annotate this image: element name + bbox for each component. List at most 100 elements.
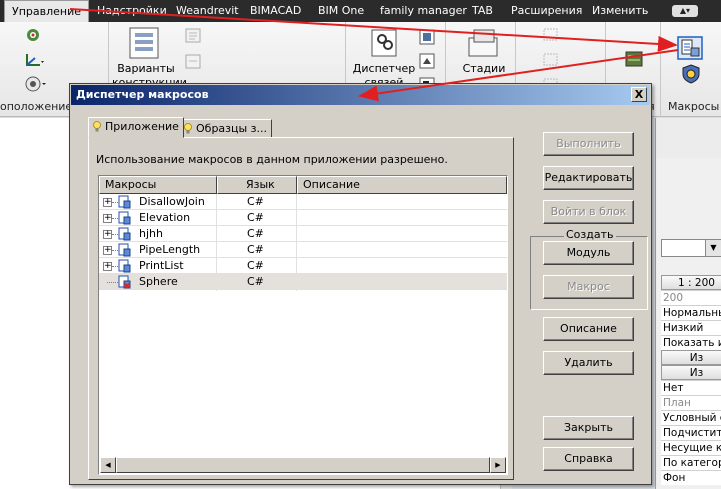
column-description[interactable]: Описание bbox=[297, 176, 507, 194]
edit-button[interactable]: Редактировать bbox=[543, 166, 634, 190]
list-item[interactable]: + Elevation C# bbox=[99, 210, 507, 226]
list-item[interactable]: + PipeLength C# bbox=[99, 242, 507, 258]
macros-enabled-message: Использование макросов в данном приложен… bbox=[96, 153, 448, 166]
design-options-icon[interactable] bbox=[126, 26, 166, 60]
module-icon bbox=[118, 195, 131, 209]
tab-extensions[interactable]: Расширения bbox=[504, 0, 589, 22]
prop-row[interactable]: Фон bbox=[661, 470, 721, 485]
macro-name: hjhh bbox=[139, 227, 163, 240]
tab-application-label: Приложение bbox=[105, 120, 179, 133]
description-button[interactable]: Описание bbox=[543, 317, 634, 341]
close-icon[interactable]: X bbox=[631, 87, 647, 102]
phases-icon[interactable] bbox=[466, 28, 502, 60]
tab-manage[interactable]: Управление bbox=[4, 0, 90, 22]
scroll-right-icon[interactable]: ▶ bbox=[490, 457, 506, 473]
position-icon[interactable] bbox=[24, 75, 48, 93]
scroll-left-icon[interactable]: ◀ bbox=[100, 457, 116, 473]
dropdown-arrow-icon[interactable]: ▼ bbox=[705, 240, 721, 256]
tab-samples-label: Образцы з... bbox=[196, 122, 268, 135]
prop-row[interactable]: По категори bbox=[661, 455, 721, 470]
tab-family-manager[interactable]: family manager bbox=[373, 0, 474, 22]
manage-images-icon[interactable] bbox=[418, 28, 438, 46]
macro-language: C# bbox=[247, 259, 264, 272]
macro-security-icon[interactable] bbox=[681, 64, 703, 84]
tab-samples[interactable]: Образцы з... bbox=[179, 119, 273, 138]
ribbon-tab-bar: Управление Надстройки Weandrevit BIMACAD… bbox=[0, 0, 721, 22]
expand-icon[interactable]: + bbox=[103, 198, 112, 207]
column-language[interactable]: Язык bbox=[217, 176, 297, 194]
horizontal-scrollbar[interactable]: ◀ ▶ bbox=[100, 457, 506, 473]
prop-row[interactable]: Несущие ко bbox=[661, 440, 721, 455]
macro-language: C# bbox=[247, 195, 264, 208]
pick-to-edit-icon bbox=[185, 28, 201, 43]
run-button[interactable]: Выполнить bbox=[543, 132, 634, 156]
tab-tab[interactable]: TAB bbox=[465, 0, 500, 22]
prop-row[interactable]: План bbox=[661, 395, 721, 410]
prop-row[interactable]: Нет bbox=[661, 380, 721, 395]
tab-application[interactable]: Приложение bbox=[88, 117, 184, 138]
dialog-title: Диспетчер макросов bbox=[76, 88, 209, 101]
expand-icon[interactable]: + bbox=[103, 246, 112, 255]
macro-language: C# bbox=[247, 243, 264, 256]
properties-panel: ▼ 1 : 200 200 Нормальный Низкий Показать… bbox=[655, 118, 721, 489]
location-icon[interactable] bbox=[24, 27, 42, 45]
tab-bim-one[interactable]: BIM One bbox=[311, 0, 371, 22]
macro-name: Sphere bbox=[139, 275, 178, 288]
list-item-selected[interactable]: Sphere C# bbox=[99, 274, 507, 290]
create-group-label: Создать bbox=[564, 228, 616, 241]
scale-value[interactable]: 1 : 200 bbox=[661, 275, 721, 290]
tab-weandrevit[interactable]: Weandrevit bbox=[169, 0, 246, 22]
macro-language: C# bbox=[247, 211, 264, 224]
prop-row[interactable]: Показать и bbox=[661, 335, 721, 350]
tab-addins[interactable]: Надстройки bbox=[90, 0, 174, 22]
decal-types-icon[interactable] bbox=[418, 52, 438, 70]
column-macros[interactable]: Макросы bbox=[99, 176, 217, 194]
list-item[interactable]: + DisallowJoin C# bbox=[99, 194, 507, 210]
prop-row[interactable]: Подчистить bbox=[661, 425, 721, 440]
coordinates-icon[interactable] bbox=[24, 52, 46, 68]
prop-row[interactable]: 200 bbox=[661, 290, 721, 305]
module-icon bbox=[118, 227, 131, 241]
warnings-icon[interactable] bbox=[624, 50, 644, 68]
macro-list[interactable]: Макросы Язык Описание + DisallowJoin C# … bbox=[98, 175, 508, 475]
prop-row[interactable]: Низкий bbox=[661, 320, 721, 335]
module-icon bbox=[118, 211, 131, 225]
module-error-icon bbox=[118, 275, 131, 289]
panel-title-macros: Макросы bbox=[668, 100, 720, 113]
prop-row[interactable]: Нормальный bbox=[661, 305, 721, 320]
list-item[interactable]: + PrintList C# bbox=[99, 258, 507, 274]
prop-edit-button[interactable]: Из bbox=[661, 350, 721, 365]
lightbulb-icon bbox=[184, 123, 192, 134]
macro-manager-dialog: Диспетчер макросов X Приложение Образцы … bbox=[69, 83, 652, 485]
type-selector[interactable]: ▼ bbox=[661, 239, 721, 257]
create-module-button[interactable]: Модуль bbox=[543, 241, 634, 265]
add-to-set-icon bbox=[185, 54, 201, 69]
design-options-label: Варианты bbox=[117, 62, 175, 75]
scroll-thumb[interactable] bbox=[116, 457, 490, 473]
macro-name: PrintList bbox=[139, 259, 184, 272]
prop-row[interactable]: Условный с bbox=[661, 410, 721, 425]
close-button[interactable]: Закрыть bbox=[543, 416, 634, 440]
prop-edit-button[interactable]: Из bbox=[661, 365, 721, 380]
macro-language: C# bbox=[247, 275, 264, 288]
step-into-button[interactable]: Войти в блок bbox=[543, 200, 634, 224]
macro-language: C# bbox=[247, 227, 264, 240]
macro-name: DisallowJoin bbox=[139, 195, 205, 208]
tab-modify[interactable]: Изменить bbox=[585, 0, 655, 22]
dialog-titlebar[interactable]: Диспетчер макросов X bbox=[71, 85, 650, 105]
expand-icon[interactable]: + bbox=[103, 262, 112, 271]
list-header: Макросы Язык Описание bbox=[99, 176, 507, 194]
load-selection-icon bbox=[543, 53, 558, 66]
macro-name: PipeLength bbox=[139, 243, 201, 256]
delete-button[interactable]: Удалить bbox=[543, 351, 634, 375]
list-item[interactable]: + hjhh C# bbox=[99, 226, 507, 242]
tab-bimacad[interactable]: BIMACAD bbox=[243, 0, 308, 22]
create-macro-button[interactable]: Макрос bbox=[543, 275, 634, 299]
expand-icon[interactable]: + bbox=[103, 230, 112, 239]
expand-icon[interactable]: + bbox=[103, 214, 112, 223]
lightbulb-icon bbox=[93, 121, 101, 132]
manage-links-icon[interactable] bbox=[368, 26, 404, 60]
macro-manager-icon[interactable] bbox=[677, 36, 703, 60]
help-button[interactable]: Справка bbox=[543, 447, 634, 471]
ribbon-minimize-icon[interactable]: ▲▾ bbox=[672, 5, 698, 17]
